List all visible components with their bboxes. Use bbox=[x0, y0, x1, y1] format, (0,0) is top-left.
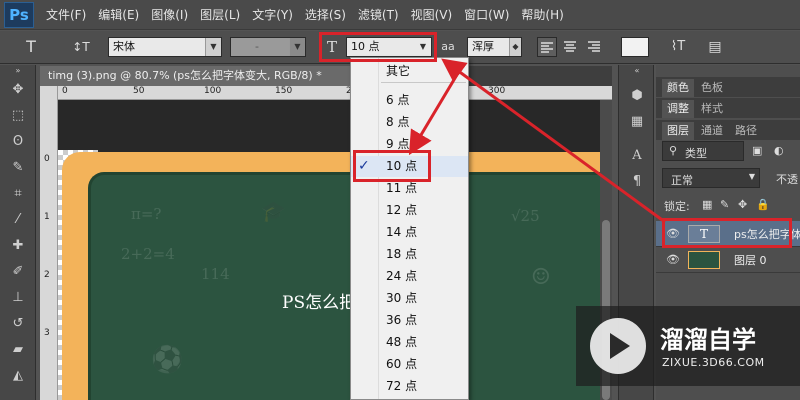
arrow-to-size-option bbox=[408, 62, 466, 156]
play-icon bbox=[610, 333, 630, 359]
watermark-url: ZIXUE.3D66.COM bbox=[662, 356, 765, 369]
watermark-title: 溜溜自学 bbox=[660, 326, 756, 354]
watermark: 溜溜自学 ZIXUE.3D66.COM bbox=[576, 306, 800, 386]
arrow-from-layer bbox=[441, 58, 666, 224]
